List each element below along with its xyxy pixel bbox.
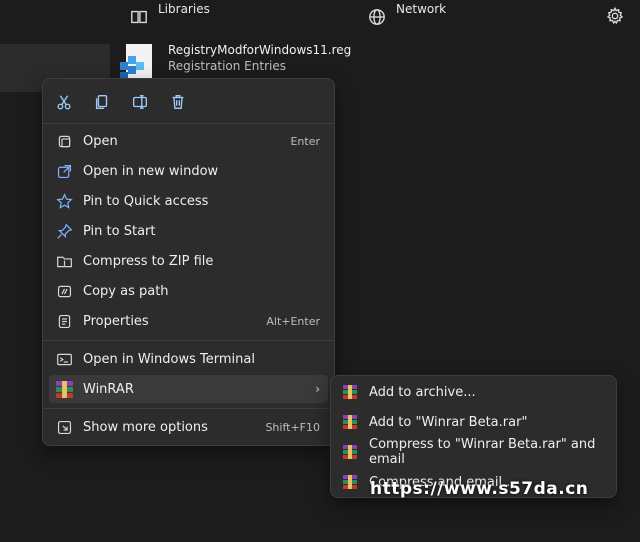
- terminal-icon: [55, 350, 73, 368]
- separator: [43, 123, 334, 124]
- winrar-icon: [343, 415, 357, 429]
- context-toolbar: [49, 87, 193, 119]
- cut-icon: [57, 95, 71, 110]
- separator: [43, 408, 334, 409]
- file-entry[interactable]: RegistryModforWindows11.reg Registration…: [118, 42, 351, 82]
- properties-icon: [55, 312, 73, 330]
- new-window-icon: [55, 162, 73, 180]
- pin-icon: [55, 222, 73, 240]
- libraries-item[interactable]: Libraries: [130, 2, 210, 26]
- more-options-icon: [55, 418, 73, 436]
- menu-item-copy-path[interactable]: Copy as path: [49, 277, 328, 305]
- context-menu: Open Enter Open in new window Pin to Qui…: [42, 78, 335, 446]
- rename-icon: [133, 95, 147, 109]
- gear-icon: [606, 6, 624, 25]
- network-label: Network: [396, 2, 447, 16]
- copy-path-icon: [55, 282, 73, 300]
- menu-item-label: Pin to Quick access: [83, 193, 209, 209]
- star-icon: [55, 192, 73, 210]
- menu-item-label: Compress to ZIP file: [83, 253, 214, 269]
- copy-button[interactable]: [87, 87, 117, 117]
- menu-item-properties[interactable]: Properties Alt+Enter: [49, 307, 328, 335]
- shortcut-label: Alt+Enter: [266, 314, 320, 328]
- file-type: Registration Entries: [168, 59, 286, 73]
- submenu-item-label: Add to archive...: [369, 384, 476, 400]
- menu-item-compress-zip[interactable]: Compress to ZIP file: [49, 247, 328, 275]
- menu-item-label: Open in new window: [83, 163, 219, 179]
- delete-button[interactable]: [163, 87, 193, 117]
- submenu-item-compress-to-rar-email[interactable]: Compress to "Winrar Beta.rar" and email: [337, 437, 610, 467]
- network-item[interactable]: Network: [368, 2, 446, 26]
- globe-icon: [369, 9, 385, 25]
- zip-icon: [55, 252, 73, 270]
- separator: [43, 340, 334, 341]
- libraries-label: Libraries: [158, 2, 210, 16]
- menu-item-label: Open: [83, 133, 118, 149]
- menu-item-open[interactable]: Open Enter: [49, 127, 328, 155]
- book-icon: [131, 10, 147, 24]
- submenu-item-add-to-rar[interactable]: Add to "Winrar Beta.rar": [337, 408, 610, 436]
- menu-item-winrar[interactable]: WinRAR ›: [49, 375, 328, 403]
- settings-button[interactable]: [606, 6, 624, 29]
- menu-item-label: Open in Windows Terminal: [83, 351, 255, 367]
- watermark-text: https://www.s57da.cn: [370, 479, 589, 499]
- shortcut-label: Enter: [290, 134, 320, 148]
- copy-icon: [95, 95, 108, 109]
- open-icon: [55, 132, 73, 150]
- cut-button[interactable]: [49, 87, 79, 117]
- registry-file-icon: [120, 44, 152, 80]
- winrar-icon: [55, 380, 73, 398]
- menu-item-label: Copy as path: [83, 283, 169, 299]
- menu-item-label: Properties: [83, 313, 149, 329]
- winrar-icon: [343, 445, 357, 459]
- menu-item-label: Show more options: [83, 419, 208, 435]
- menu-item-show-more-options[interactable]: Show more options Shift+F10: [49, 413, 328, 441]
- chevron-right-icon: ›: [315, 382, 320, 396]
- menu-item-open-terminal[interactable]: Open in Windows Terminal: [49, 345, 328, 373]
- file-name: RegistryModforWindows11.reg: [168, 43, 352, 57]
- winrar-icon: [343, 385, 357, 399]
- submenu-item-label: Compress to "Winrar Beta.rar" and email: [369, 437, 596, 467]
- rename-button[interactable]: [125, 87, 155, 117]
- winrar-icon: [343, 475, 357, 489]
- top-bar: Libraries Network: [0, 0, 640, 40]
- delete-icon: [172, 95, 184, 109]
- submenu-item-label: Add to "Winrar Beta.rar": [369, 414, 528, 430]
- shortcut-label: Shift+F10: [265, 420, 320, 434]
- menu-item-open-new-window[interactable]: Open in new window: [49, 157, 328, 185]
- menu-item-pin-start[interactable]: Pin to Start: [49, 217, 328, 245]
- submenu-item-add-to-archive[interactable]: Add to archive...: [337, 378, 610, 406]
- menu-item-label: WinRAR: [83, 381, 134, 397]
- menu-item-pin-quick-access[interactable]: Pin to Quick access: [49, 187, 328, 215]
- menu-item-label: Pin to Start: [83, 223, 156, 239]
